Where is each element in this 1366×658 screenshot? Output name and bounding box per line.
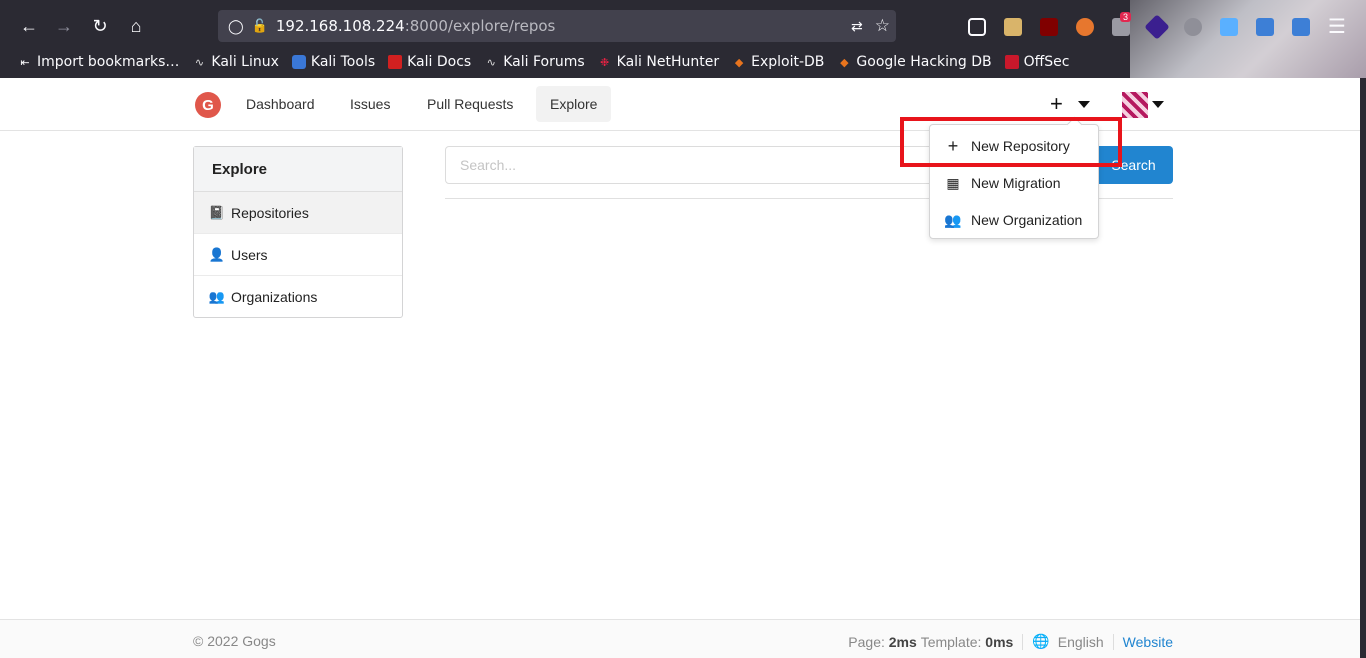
- sidebar-item-users[interactable]: 👤 Users: [194, 234, 402, 276]
- extension-icon[interactable]: [1144, 14, 1170, 40]
- translate-extension-icon[interactable]: [1256, 18, 1274, 36]
- offsec-icon: [1004, 55, 1019, 69]
- user-icon: 👤: [208, 246, 226, 262]
- footer-separator: [1112, 633, 1114, 650]
- url-path: :8000/explore/repos: [404, 17, 556, 35]
- bookmark-ghdb[interactable]: ◆ Google Hacking DB: [837, 54, 991, 70]
- create-plus-icon[interactable]: +: [1050, 93, 1063, 115]
- sidebar-item-label: Repositories: [231, 204, 309, 221]
- translate-extension-icon[interactable]: [1292, 18, 1310, 36]
- nav-dashboard[interactable]: Dashboard: [232, 86, 329, 122]
- navigation-bar: ← → ↻ ⌂ ◯ 🔓 192.168.108.224:8000/explore…: [0, 6, 1366, 46]
- insecure-lock-icon[interactable]: 🔓: [252, 18, 268, 34]
- footer-separator: [1022, 633, 1024, 650]
- chevron-down-icon[interactable]: [1078, 101, 1090, 108]
- bookmark-label: Kali Linux: [211, 54, 279, 70]
- bookmark-label: Exploit-DB: [751, 54, 825, 70]
- globe-icon: 🌐: [1032, 633, 1050, 649]
- home-icon[interactable]: ⌂: [120, 10, 152, 42]
- kali-dragon-icon: ∿: [194, 55, 205, 69]
- browser-toolbar: ← → ↻ ⌂ ◯ 🔓 192.168.108.224:8000/explore…: [0, 0, 1366, 78]
- menu-item-label: New Migration: [971, 175, 1061, 191]
- gogs-logo-icon[interactable]: G: [195, 92, 221, 118]
- shield-icon[interactable]: ◯: [228, 18, 244, 35]
- bookmark-import[interactable]: ⇤ Import bookmarks…: [18, 54, 179, 70]
- sidebar-item-organizations[interactable]: 👥 Organizations: [194, 276, 402, 318]
- bookmark-label: Kali Docs: [407, 54, 472, 70]
- back-icon[interactable]: ←: [13, 10, 45, 42]
- bookmark-kali-nethunter[interactable]: ❉ Kali NetHunter: [598, 54, 719, 70]
- bookmark-kali-tools[interactable]: Kali Tools: [291, 54, 376, 70]
- import-icon: ⇤: [20, 55, 30, 69]
- sidebar-item-label: Organizations: [231, 289, 318, 305]
- bookmark-label: Google Hacking DB: [856, 54, 992, 70]
- extension-badge: 3: [1120, 12, 1132, 22]
- bookmark-star-icon[interactable]: ☆: [875, 16, 890, 36]
- bookmark-offsec[interactable]: OffSec: [1004, 54, 1070, 70]
- template-time-label: Template:: [920, 633, 982, 650]
- repo-icon: 📓: [208, 204, 226, 220]
- bookmark-label: Kali NetHunter: [616, 54, 720, 70]
- bookmark-kali-linux[interactable]: ∿ Kali Linux: [192, 54, 279, 70]
- nav-explore[interactable]: Explore: [536, 86, 612, 122]
- forward-icon[interactable]: →: [48, 10, 80, 42]
- url-host: 192.168.108.224: [275, 17, 405, 35]
- bookmark-kali-forums[interactable]: ∿ Kali Forums: [484, 54, 585, 70]
- website-link[interactable]: Website: [1123, 634, 1173, 650]
- nethunter-icon: ❉: [600, 55, 610, 69]
- organization-icon: 👥: [944, 211, 962, 228]
- extension-icon[interactable]: [1184, 18, 1202, 36]
- language-selector[interactable]: English: [1058, 634, 1104, 650]
- exploit-db-icon: ◆: [734, 55, 744, 69]
- app-menu-icon[interactable]: ☰: [1321, 10, 1353, 42]
- page-time-value: 2ms: [888, 633, 917, 650]
- bookmarks-toolbar: ⇤ Import bookmarks… ∿ Kali Linux Kali Tool…: [0, 48, 1366, 76]
- site-footer: © 2022 Gogs Page: 2ms Template: 0ms 🌐 En…: [0, 619, 1360, 658]
- page-viewport: G Dashboard Issues Pull Requests Explore…: [0, 78, 1360, 658]
- bookmark-kali-docs[interactable]: Kali Docs: [388, 54, 471, 70]
- page-time-label: Page:: [848, 633, 885, 650]
- migration-icon: ▦: [946, 174, 960, 191]
- kali-docs-icon: [388, 55, 403, 69]
- extension-icon[interactable]: [1004, 18, 1022, 36]
- scrollbar[interactable]: [1360, 78, 1366, 658]
- nav-issues[interactable]: Issues: [336, 86, 404, 122]
- annotation-highlight-box: [900, 117, 1122, 167]
- extension-icon[interactable]: [1076, 18, 1094, 36]
- sidebar-title: Explore: [194, 147, 402, 192]
- kali-tools-icon: [291, 55, 306, 69]
- url-bar[interactable]: ◯ 🔓 192.168.108.224:8000/explore/repos ⇄…: [218, 10, 896, 42]
- extension-icon[interactable]: 3: [1112, 12, 1132, 36]
- pocket-icon[interactable]: [968, 18, 986, 36]
- template-time-value: 0ms: [985, 633, 1014, 650]
- ghdb-icon: ◆: [840, 55, 849, 69]
- reload-icon[interactable]: ↻: [84, 10, 116, 42]
- ublock-icon[interactable]: [1040, 18, 1058, 36]
- menu-item-new-organization[interactable]: 👥 New Organization: [930, 201, 1098, 239]
- kali-dragon-icon: ∿: [486, 55, 496, 69]
- bookmark-label: Import bookmarks…: [37, 54, 180, 70]
- site-header: G Dashboard Issues Pull Requests Explore…: [0, 78, 1360, 131]
- chevron-down-icon[interactable]: [1152, 101, 1164, 108]
- extension-icon[interactable]: [1220, 18, 1238, 36]
- explore-sidebar: Explore 📓 Repositories 👤 Users 👥 Organiz…: [193, 146, 403, 318]
- bookmark-label: OffSec: [1023, 54, 1070, 70]
- bookmark-label: Kali Forums: [503, 54, 585, 70]
- avatar[interactable]: [1122, 92, 1148, 118]
- translate-icon[interactable]: ⇄: [851, 18, 863, 35]
- sidebar-item-label: Users: [231, 246, 268, 263]
- organization-icon: 👥: [208, 289, 226, 304]
- menu-item-label: New Organization: [971, 212, 1083, 228]
- bookmark-label: Kali Tools: [310, 54, 376, 70]
- footer-info: Page: 2ms Template: 0ms 🌐 English Websit…: [848, 633, 1173, 650]
- nav-pull-requests[interactable]: Pull Requests: [413, 86, 527, 122]
- sidebar-item-repositories[interactable]: 📓 Repositories: [194, 192, 402, 234]
- bookmark-exploit-db[interactable]: ◆ Exploit-DB: [732, 54, 825, 70]
- footer-copyright: © 2022 Gogs: [193, 633, 276, 649]
- menu-item-new-migration[interactable]: ▦ New Migration: [930, 164, 1098, 202]
